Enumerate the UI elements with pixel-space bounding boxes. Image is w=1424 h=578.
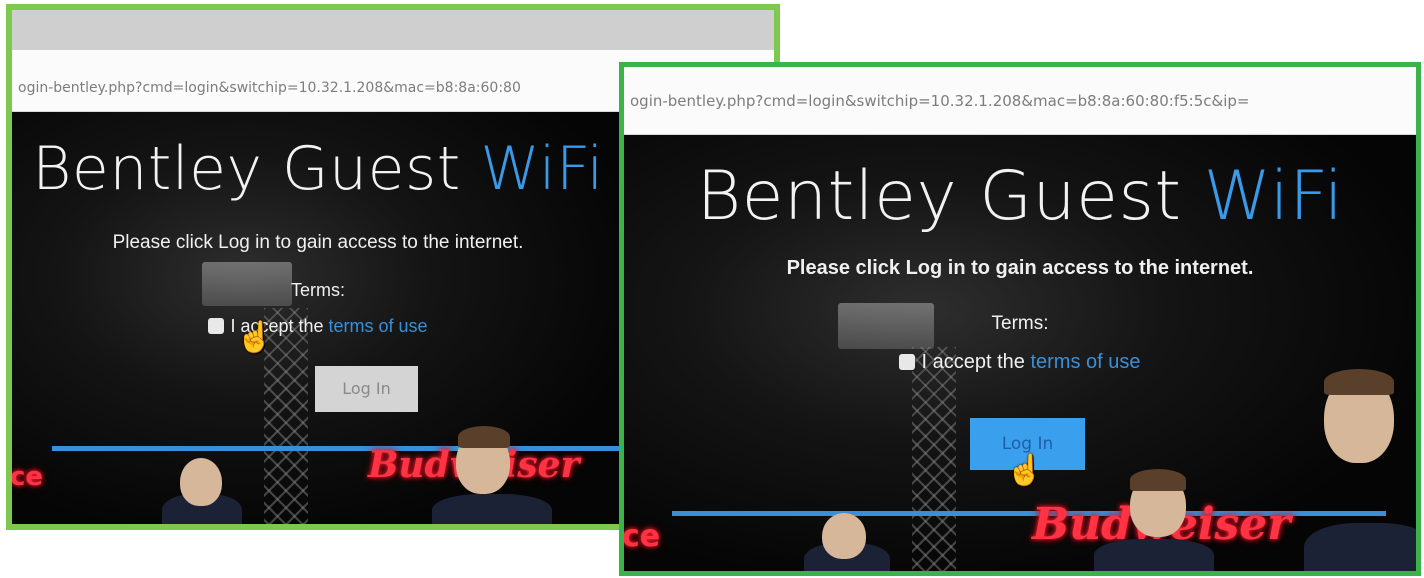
title-accent: WiFi — [1203, 157, 1344, 236]
address-bar[interactable]: ogin-bentley.php?cmd=login&switchip=10.3… — [624, 67, 1416, 135]
player-hair — [1130, 469, 1186, 491]
terms-label: Terms: — [291, 280, 345, 300]
player-body — [1094, 539, 1214, 571]
accept-text: I accept the — [921, 351, 1031, 373]
player-body — [432, 494, 552, 524]
title-main: Bentley Guest — [32, 134, 481, 204]
captive-portal-page: Bentley Guest WiFi Please click Log in t… — [624, 135, 1416, 571]
terms-of-use-link[interactable]: terms of use — [1030, 351, 1140, 373]
player-hair — [458, 426, 510, 448]
page-subtitle: Please click Log in to gain access to th… — [112, 232, 524, 253]
checkbox-icon[interactable] — [208, 318, 225, 334]
hand-cursor-icon: ☝ — [1006, 454, 1044, 487]
page-title: Bentley Guest WiFi — [12, 134, 624, 204]
partial-sign: ce — [10, 462, 44, 492]
captive-portal-page: Bentley Guest WiFi Please click Log in t… — [12, 112, 624, 524]
page-subtitle: Please click Log in to gain access to th… — [786, 257, 1254, 279]
terms-label: Terms: — [991, 313, 1049, 334]
player-hair — [1324, 369, 1394, 395]
player-head — [180, 458, 222, 506]
crowd-photo: Budweiser ce — [622, 369, 1416, 571]
page-title: Bentley Guest WiFi — [624, 157, 1416, 236]
player-body — [1304, 523, 1416, 571]
crowd-photo: Budweiser ce — [10, 426, 624, 524]
login-button[interactable]: Log In — [315, 366, 418, 412]
accept-terms-row: I accept the terms of use — [624, 351, 1416, 374]
title-accent: WiFi — [480, 134, 604, 204]
right-browser-window: ogin-bentley.php?cmd=login&switchip=10.3… — [619, 62, 1421, 576]
browser-toolbar — [12, 10, 774, 50]
accept-terms-row: I accept the terms of use — [12, 316, 624, 337]
partial-sign: ce — [622, 519, 661, 554]
checkbox-icon[interactable] — [899, 354, 916, 370]
hand-cursor-icon: ☝ — [236, 321, 274, 354]
player-head — [822, 513, 866, 559]
terms-of-use-link[interactable]: terms of use — [329, 316, 428, 336]
title-main: Bentley Guest — [696, 157, 1204, 236]
